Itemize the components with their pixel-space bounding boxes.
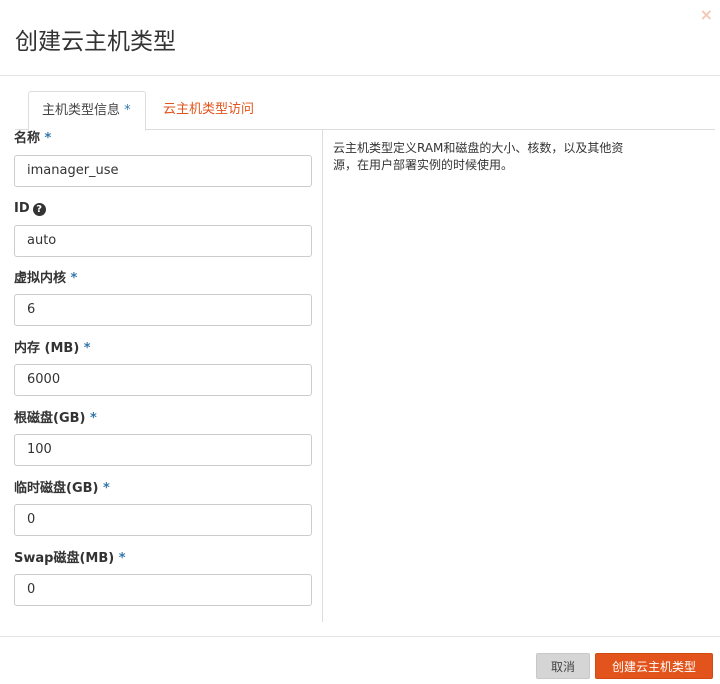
required-mark: * [124,103,131,118]
column-divider [322,130,323,622]
ram-label: 内存 (MB) * [14,341,91,356]
dialog-footer: 取消 创建云主机类型 [0,636,720,684]
dialog-title: 创建云主机类型 [15,29,176,55]
tab-bar: 主机类型信息 * 云主机类型访问 [15,91,715,131]
help-description: 云主机类型定义RAM和磁盘的大小、核数，以及其他资 源，在用户部署实例的时候使用… [333,140,663,174]
swap-disk-label: Swap磁盘(MB) * [14,551,126,566]
ephemeral-disk-label: 临时磁盘(GB) * [14,481,110,496]
cancel-button[interactable]: 取消 [536,653,590,679]
description-line-2: 源，在用户部署实例的时候使用。 [333,158,514,172]
root-disk-input[interactable]: 100 [14,434,312,466]
tab-flavor-info[interactable]: 主机类型信息 * [28,91,146,131]
dialog-header: 创建云主机类型 [0,0,720,76]
create-flavor-button[interactable]: 创建云主机类型 [595,653,713,679]
name-label: 名称 * [14,131,52,146]
vcpus-input[interactable]: 6 [14,294,312,326]
field-ephemeral-disk: 临时磁盘(GB) * 0 [14,480,312,536]
tab-flavor-info-label: 主机类型信息 [42,103,121,118]
id-input[interactable]: auto [14,225,312,257]
swap-disk-input[interactable]: 0 [14,574,312,606]
field-vcpus: 虚拟内核 * 6 [14,270,312,326]
field-root-disk: 根磁盘(GB) * 100 [14,410,312,466]
field-name: 名称 * imanager_use [14,130,312,187]
field-swap-disk: Swap磁盘(MB) * 0 [14,550,312,606]
vcpus-label: 虚拟内核 * [14,271,78,286]
name-input[interactable]: imanager_use [14,155,312,187]
id-label: ID? [14,200,312,218]
description-line-1: 云主机类型定义RAM和磁盘的大小、核数，以及其他资 [333,141,624,155]
root-disk-label: 根磁盘(GB) * [14,411,97,426]
close-icon[interactable]: × [700,5,713,25]
tab-flavor-access[interactable]: 云主机类型访问 [150,91,267,130]
field-id: ID? auto [14,200,312,257]
question-circle-icon[interactable]: ? [32,203,46,216]
field-ram: 内存 (MB) * 6000 [14,340,312,396]
ephemeral-disk-input[interactable]: 0 [14,504,312,536]
tab-flavor-access-label: 云主机类型访问 [163,102,255,117]
ram-input[interactable]: 6000 [14,364,312,396]
